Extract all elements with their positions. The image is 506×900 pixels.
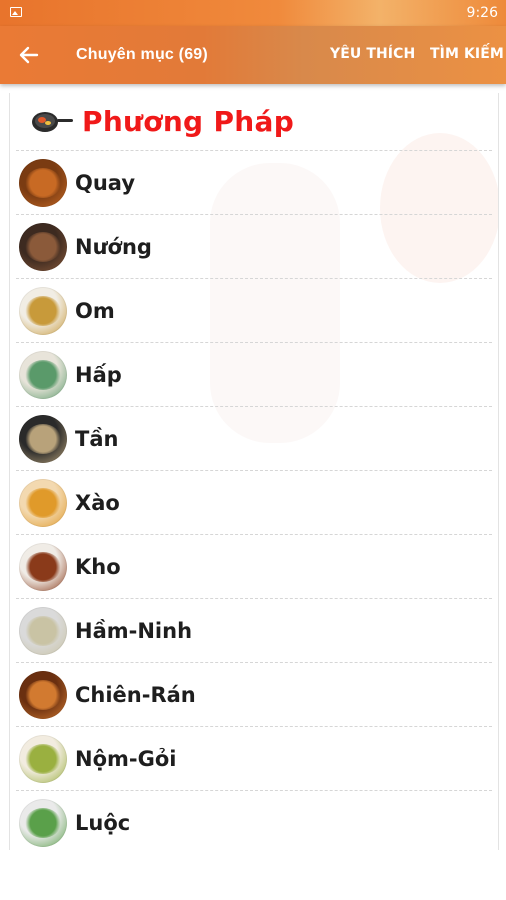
page-title: Chuyên mục (69) — [76, 46, 208, 63]
list-item-label: Luộc — [75, 810, 131, 835]
pan-icon — [32, 111, 73, 132]
arrow-left-icon — [19, 46, 39, 64]
list-item[interactable]: Hấp — [16, 343, 492, 407]
dish-thumbnail — [19, 350, 67, 399]
list-item-label: Om — [75, 298, 115, 323]
list-item[interactable]: Nướng — [16, 215, 492, 279]
dish-thumbnail — [19, 542, 67, 591]
search-button[interactable]: TÌM KIẾM — [430, 46, 504, 62]
list-item-label: Hấp — [75, 362, 122, 387]
dish-thumbnail — [19, 286, 67, 335]
list-item[interactable]: Luộc — [16, 791, 492, 850]
dish-thumbnail — [19, 158, 67, 207]
dish-thumbnail — [19, 670, 67, 719]
dish-thumbnail — [19, 798, 67, 847]
list-item[interactable]: Hầm-Ninh — [16, 599, 492, 663]
category-list: Quay Nướng Om Hấp Tần Xào Kho Hầm-Ninh Chiên-Rán… — [10, 151, 498, 850]
section-title: Phương Pháp — [82, 105, 295, 138]
dish-thumbnail — [19, 606, 67, 655]
app-toolbar: Chuyên mục (69) YÊU THÍCH TÌM KIẾM — [0, 26, 506, 84]
list-item-label: Tần — [75, 426, 119, 451]
list-item[interactable]: Nộm-Gỏi — [16, 727, 492, 791]
dish-thumbnail — [19, 222, 67, 271]
back-button[interactable] — [12, 38, 46, 72]
category-list-panel: Phương Pháp Quay Nướng Om Hấp Tần Xào Kho Hầm-N… — [9, 93, 499, 850]
list-item[interactable]: Om — [16, 279, 492, 343]
list-item-label: Kho — [75, 554, 121, 579]
list-item-label: Hầm-Ninh — [75, 618, 193, 643]
list-item[interactable]: Chiên-Rán — [16, 663, 492, 727]
image-icon — [10, 7, 22, 17]
list-item-label: Xào — [75, 490, 120, 515]
status-time: 9:26 — [466, 5, 498, 21]
list-item[interactable]: Xào — [16, 471, 492, 535]
status-bar: 9:26 — [0, 0, 506, 26]
list-item[interactable]: Quay — [16, 151, 492, 215]
dish-thumbnail — [19, 414, 67, 463]
list-item[interactable]: Kho — [16, 535, 492, 599]
dish-thumbnail — [19, 478, 67, 527]
list-item-label: Quay — [75, 170, 136, 195]
dish-thumbnail — [19, 734, 67, 783]
list-item[interactable]: Tần — [16, 407, 492, 471]
list-item-label: Nộm-Gỏi — [75, 746, 177, 771]
section-header: Phương Pháp — [16, 93, 492, 151]
list-item-label: Nướng — [75, 234, 152, 259]
favorites-button[interactable]: YÊU THÍCH — [330, 46, 415, 62]
list-item-label: Chiên-Rán — [75, 682, 196, 707]
